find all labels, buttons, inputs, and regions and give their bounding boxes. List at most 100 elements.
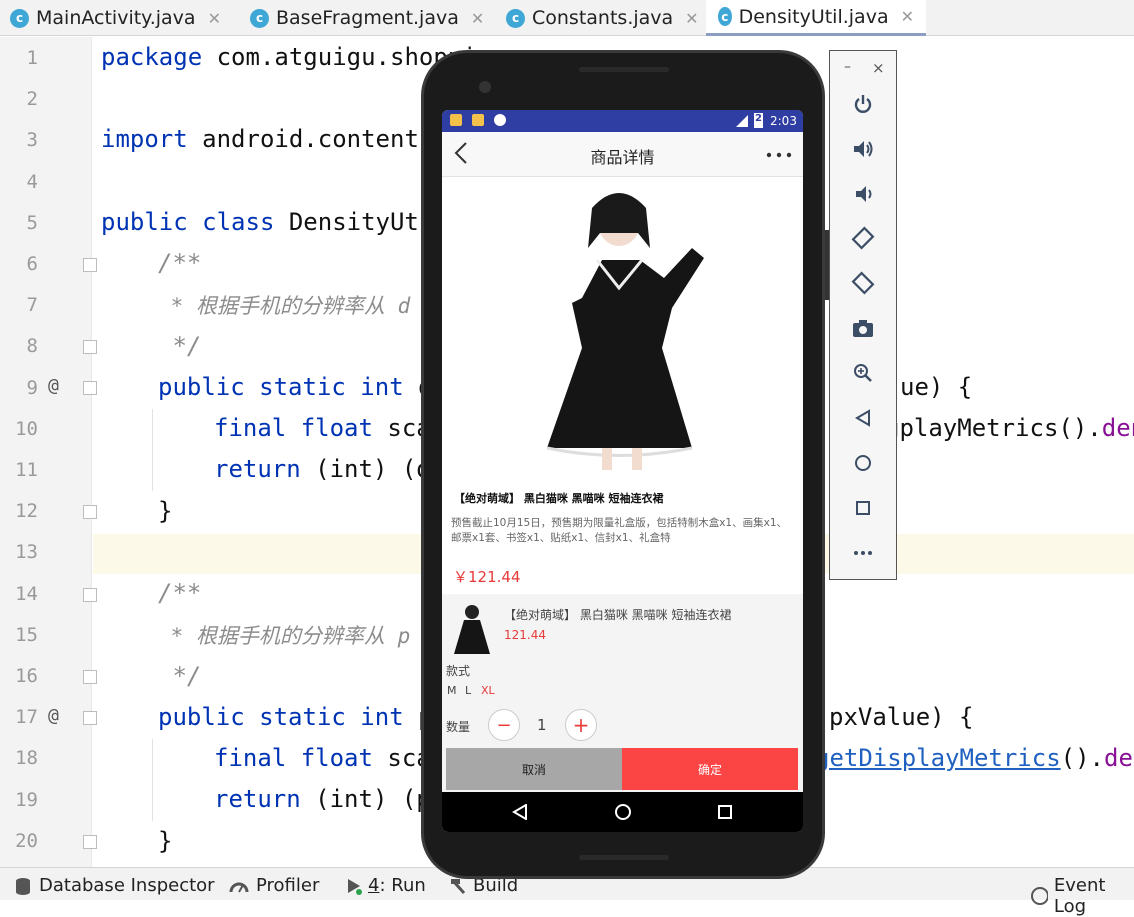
close-icon[interactable]: ✕ — [471, 9, 484, 28]
tab-label: BaseFragment.java — [276, 7, 459, 29]
front-camera-icon — [479, 81, 491, 93]
tab-label: DensityUtil.java — [738, 5, 889, 28]
more-icon[interactable] — [830, 536, 896, 570]
code-line-20: } — [158, 827, 173, 855]
code-line-18: final float sca — [214, 744, 431, 772]
line-gutter — [0, 37, 92, 867]
event-log-button[interactable]: Event Log — [1030, 875, 1134, 917]
dress-figure-image — [546, 193, 704, 470]
line-number: 17 — [15, 706, 38, 729]
line-number: 20 — [15, 829, 38, 852]
power-icon[interactable] — [830, 87, 896, 121]
code-line-17-tail: pxValue) { — [829, 703, 974, 731]
code-line-19: return (int) (p — [214, 785, 431, 813]
close-icon[interactable]: ✕ — [208, 9, 221, 28]
increment-button[interactable]: + — [565, 709, 597, 741]
override-marker-icon[interactable]: @ — [48, 705, 59, 726]
nav-home-icon[interactable] — [614, 803, 632, 821]
volume-up-icon[interactable] — [830, 132, 896, 166]
code-line-17: public static int p — [158, 703, 433, 731]
status-time: 2:03 — [770, 114, 797, 128]
nav-overview-icon[interactable] — [717, 804, 733, 820]
close-button[interactable]: × — [872, 59, 885, 77]
line-number: 19 — [15, 788, 38, 811]
more-menu-icon[interactable] — [766, 152, 792, 158]
overview-icon[interactable] — [830, 491, 896, 525]
tab-densityutil[interactable]: c DensityUtil.java ✕ — [706, 0, 926, 36]
code-line-10-tail: gplayMetrics().den — [885, 414, 1134, 442]
line-number: 14 — [15, 582, 38, 605]
tab-basefragment[interactable]: c BaseFragment.java ✕ — [250, 0, 484, 36]
size-option-xl[interactable]: XL — [481, 684, 495, 697]
cancel-button[interactable]: 取消 — [446, 748, 622, 790]
confirm-button[interactable]: 确定 — [622, 748, 798, 790]
override-marker-icon[interactable]: @ — [48, 375, 59, 396]
database-inspector-button[interactable]: Database Inspector — [14, 875, 215, 896]
notification-icon — [472, 114, 484, 126]
phone-screen: 2 2:03 商品详情 【绝对萌域】 黑白猫咪 黑喵咪 短袖连衣裙 预售截止10… — [442, 110, 803, 832]
emulator-control-panel: – × — [829, 50, 897, 580]
side-button[interactable] — [825, 230, 829, 300]
close-icon[interactable]: ✕ — [901, 7, 914, 26]
close-icon[interactable]: ✕ — [685, 9, 698, 28]
camera-icon[interactable] — [830, 311, 896, 345]
profiler-icon — [229, 882, 249, 892]
line-number: 12 — [15, 500, 38, 523]
code-line-11: return (int) (d — [214, 455, 431, 483]
fold-icon[interactable] — [83, 258, 97, 272]
code-line-1: package com.atguigu.shoppi — [101, 43, 477, 71]
code-line-8: */ — [158, 332, 202, 360]
volume-down-icon[interactable] — [830, 177, 896, 211]
code-line-15: * 根据手机的分辨率从 p — [158, 624, 411, 648]
fold-icon[interactable] — [83, 340, 97, 354]
speaker-grille — [579, 67, 669, 72]
fold-icon[interactable] — [83, 505, 97, 519]
tab-mainactivity[interactable]: c MainActivity.java ✕ — [10, 0, 221, 36]
thumbnail-image — [454, 605, 490, 654]
decrement-button[interactable]: − — [488, 709, 520, 741]
profiler-button[interactable]: Profiler — [229, 875, 319, 896]
nav-back-icon[interactable] — [512, 804, 528, 820]
tab-label: Constants.java — [532, 7, 674, 29]
minimize-button[interactable]: – — [844, 59, 851, 75]
editor-tab-bar: c MainActivity.java ✕ c BaseFragment.jav… — [0, 0, 1134, 36]
class-icon: c — [250, 8, 269, 28]
code-line-7: * 根据手机的分辨率从 d — [158, 294, 411, 318]
tab-constants[interactable]: c Constants.java ✕ — [506, 0, 699, 36]
line-number: 6 — [26, 253, 38, 275]
code-line-9: public static int d — [158, 373, 433, 401]
fold-icon[interactable] — [83, 381, 97, 395]
line-number: 15 — [15, 623, 38, 646]
sheet-product-name: 【绝对萌域】 黑白猫咪 黑喵咪 短袖连衣裙 — [504, 608, 732, 622]
hammer-icon — [451, 878, 466, 894]
zoom-icon[interactable] — [830, 356, 896, 390]
rotate-right-icon[interactable] — [830, 266, 896, 300]
database-icon — [16, 877, 30, 895]
fold-icon[interactable] — [83, 588, 97, 602]
size-option-m[interactable]: M — [447, 684, 457, 697]
back-icon[interactable] — [830, 401, 896, 435]
chat-icon — [494, 114, 506, 126]
line-number: 11 — [15, 459, 38, 481]
size-option-l[interactable]: L — [465, 684, 471, 697]
product-title: 【绝对萌域】 黑白猫咪 黑喵咪 短袖连衣裙 — [454, 492, 664, 505]
fold-icon[interactable] — [83, 835, 97, 849]
speaker-grille — [579, 855, 669, 860]
fold-icon[interactable] — [83, 711, 97, 725]
code-line-6: /** — [158, 249, 202, 277]
rotate-left-icon[interactable] — [830, 221, 896, 255]
product-image[interactable] — [442, 178, 803, 480]
home-icon[interactable] — [830, 446, 896, 480]
line-number: 8 — [26, 335, 38, 358]
class-icon: c — [10, 8, 29, 28]
code-line-5: public class DensityUti — [101, 208, 434, 236]
run-button[interactable]: 4: Run — [346, 875, 426, 896]
line-number: 13 — [15, 541, 38, 564]
quantity-value: 1 — [537, 716, 547, 734]
style-label: 款式 — [446, 664, 471, 678]
product-description: 预售截止10月15日，预售期为限量礼盒版，包括特制木盒x1、画集x1、邮票x1套… — [451, 517, 788, 544]
code-line-10: final float sca — [214, 414, 431, 442]
quantity-label: 数量 — [446, 720, 471, 734]
indent-guide — [152, 409, 153, 491]
fold-icon[interactable] — [83, 670, 97, 684]
